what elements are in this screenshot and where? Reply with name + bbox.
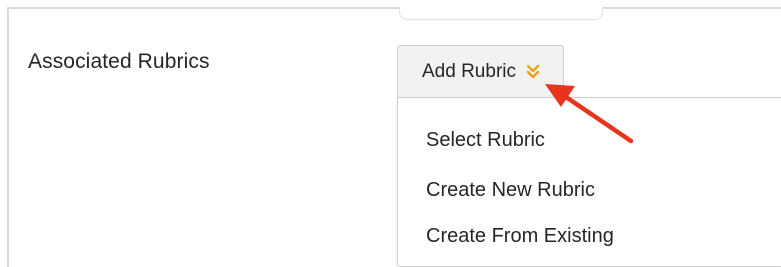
- menu-item-select-rubric[interactable]: Select Rubric: [426, 129, 545, 152]
- previous-field: [399, 7, 603, 20]
- menu-item-create-from-existing[interactable]: Create From Existing: [426, 225, 614, 248]
- menu-item-create-new-rubric[interactable]: Create New Rubric: [426, 179, 595, 202]
- form-panel: Associated Rubrics Add Rubric Select Rub…: [7, 7, 781, 267]
- add-rubric-button[interactable]: Add Rubric: [397, 45, 564, 97]
- associated-rubrics-label: Associated Rubrics: [28, 50, 210, 73]
- add-rubric-dropdown-menu: Select Rubric Create New Rubric Create F…: [397, 97, 781, 267]
- add-rubric-button-label: Add Rubric: [422, 60, 516, 82]
- double-chevron-down-icon: [526, 64, 540, 80]
